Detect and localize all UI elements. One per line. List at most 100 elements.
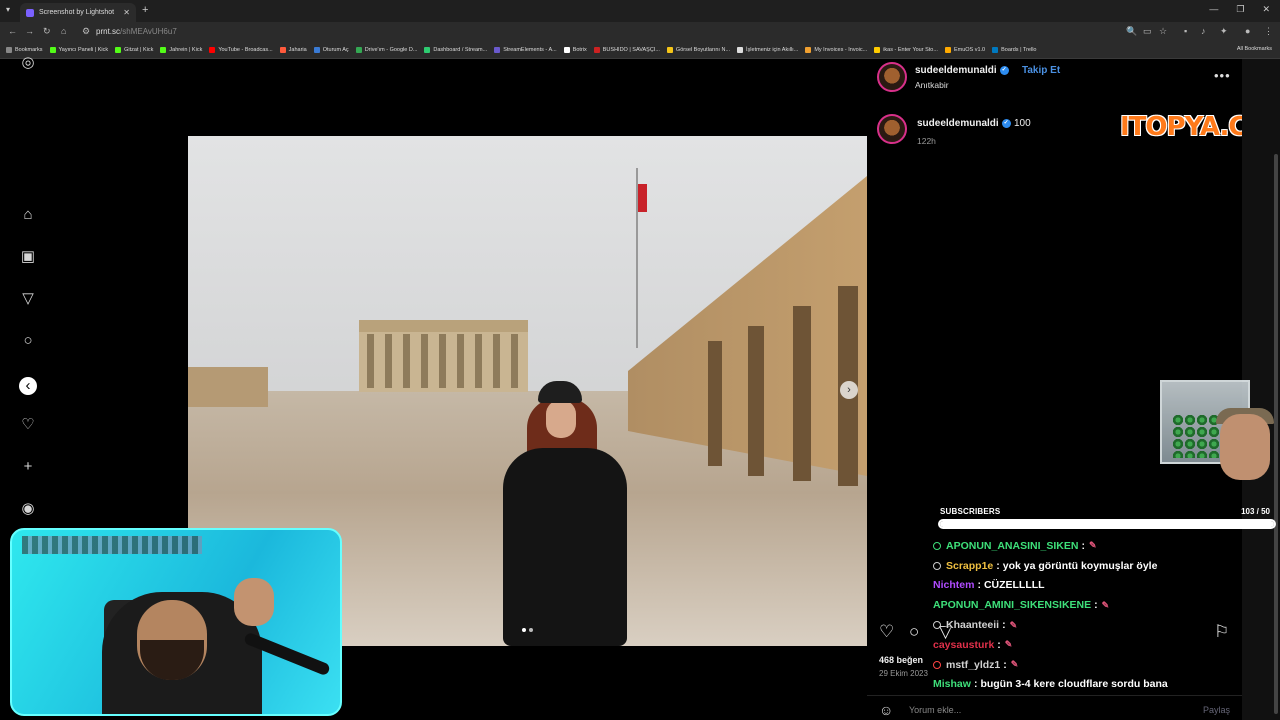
chat-colon: : (996, 559, 1000, 572)
bookmark-item[interactable]: Botrix (563, 47, 587, 53)
more-options-icon[interactable]: ••• (1214, 68, 1231, 83)
bookmark-item[interactable]: İşletmeniz için Akıllı... (737, 47, 798, 53)
like-heart-icon[interactable]: ♡ (879, 622, 894, 642)
bookmark-favicon-icon (49, 47, 56, 53)
next-photo-button[interactable]: › (840, 381, 858, 399)
emoji-icon[interactable]: ☺ (879, 702, 893, 718)
reels-icon[interactable]: ▣ (19, 248, 37, 266)
comment-text: 100 (1014, 118, 1031, 129)
streamer-webcam (10, 528, 342, 716)
post-date: 29 Ekim 2023 (879, 669, 928, 678)
url-host: prnt.sc (96, 27, 121, 36)
bookmark-item[interactable]: Boards | Trello (992, 47, 1037, 53)
bookmark-label: Drive'ım - Google D... (364, 47, 418, 53)
chat-colon: : (1094, 599, 1098, 612)
profile-avatar-icon[interactable]: ● (1245, 26, 1250, 36)
address-bar[interactable]: prnt.sc/shMEAvUH6u7 (96, 27, 177, 36)
chat-nick: mstf_yldz1 (946, 658, 1001, 671)
subgoal-progress-bar (938, 519, 1276, 529)
chat-message: Scrapp1e: yok ya görüntü koymuşlar öyle (933, 556, 1273, 576)
plus-icon[interactable]: + (19, 458, 37, 476)
home-browser-icon[interactable]: ⌂ (61, 26, 66, 36)
bookmark-label: Yayıncı Paneli | Kick (58, 47, 109, 53)
reload-icon[interactable]: ↻ (43, 26, 51, 37)
instagram-logo-icon[interactable]: ◎ (19, 54, 37, 72)
bookmark-favicon-icon (424, 47, 431, 53)
comment-icon[interactable]: ○ (909, 622, 919, 642)
bookmark-item[interactable]: Dashboard / Stream... (424, 47, 487, 53)
all-bookmarks-link[interactable]: All Bookmarks (1237, 46, 1272, 52)
comment-username[interactable]: sudeeldemunaldi ✓ (917, 118, 1011, 129)
bookmark-item[interactable]: Gitzat | Kick (115, 47, 153, 53)
bookmark-label: ikas - Enter Your Sto... (883, 47, 938, 53)
comment-avatar[interactable] (877, 114, 907, 144)
author-avatar[interactable] (877, 62, 907, 92)
prev-arrow-icon[interactable]: ‹ (19, 377, 37, 395)
cast-icon[interactable]: ▭ (1143, 26, 1152, 37)
bookmark-favicon-icon (563, 47, 570, 53)
chat-colon: : (1002, 619, 1006, 632)
bookmark-item[interactable]: Yayıncı Paneli | Kick (49, 47, 109, 53)
bookmark-star-icon[interactable]: ☆ (1159, 26, 1167, 37)
bookmark-item[interactable]: StreamElements - A... (494, 47, 557, 53)
bookmark-item[interactable]: Bookmarks (6, 47, 43, 53)
zoom-icon[interactable]: 🔍 (1126, 26, 1137, 37)
search-icon[interactable]: ○ (19, 332, 37, 350)
bookmark-favicon-icon (944, 47, 951, 53)
puzzle-icon[interactable]: ✦ (1220, 26, 1228, 37)
site-info-icon[interactable]: ⚙ (82, 26, 90, 37)
stream-overlay-character (1158, 378, 1276, 508)
author-username[interactable]: sudeeldemunaldi ✓ (915, 65, 1009, 76)
home-icon[interactable]: ⌂ (19, 206, 37, 224)
bookmark-item[interactable]: Jaharia (279, 47, 307, 53)
bookmark-label: Boards | Trello (1001, 47, 1037, 53)
tab-search-icon[interactable]: ▾ (6, 5, 10, 14)
comment-time: 122h (917, 136, 936, 146)
menu-icon[interactable]: ⋮ (1264, 26, 1273, 37)
bookmark-item[interactable]: Oturum Aç (313, 47, 349, 53)
post-comment-button[interactable]: Paylaş (1203, 705, 1230, 715)
bookmark-label: Jahrein | Kick (169, 47, 203, 53)
bookmark-favicon-icon (992, 47, 999, 53)
bookmark-favicon-icon (115, 47, 122, 53)
back-icon[interactable]: ← (8, 26, 17, 36)
minimize-icon[interactable]: — (1209, 4, 1218, 15)
chat-badge-icon (933, 561, 941, 570)
follow-button[interactable]: Takip Et (1022, 65, 1060, 76)
bookmark-item[interactable]: Drive'ım - Google D... (355, 47, 418, 53)
chat-badge-icon (933, 621, 941, 630)
bookmark-item[interactable]: BUSHIDO | SAVAŞÇI... (593, 47, 660, 53)
chat-nick: Mishaw (933, 678, 971, 691)
threads-icon[interactable]: ◉ (19, 500, 37, 518)
photo-left-wing (188, 367, 268, 407)
post-location[interactable]: Anıtkabir (915, 80, 949, 90)
photo-flag (638, 184, 647, 212)
tab-close-icon[interactable]: ✕ (123, 8, 130, 17)
extension-icon[interactable]: ▪ (1184, 26, 1187, 36)
bookmark-item[interactable]: My Invoices - Invoic... (805, 47, 867, 53)
explore-icon[interactable]: ▽ (19, 290, 37, 308)
heart-icon[interactable]: ♡ (19, 416, 37, 434)
bookmark-item[interactable]: EmuOS v1.0 (944, 47, 985, 53)
comment-input[interactable]: Yorum ekle... (909, 705, 961, 715)
maximize-icon[interactable]: ❐ (1236, 4, 1244, 15)
new-tab-button[interactable]: + (142, 4, 148, 16)
chat-text: bugün 3-4 kere cloudflare sordu bana (980, 678, 1168, 691)
media-icon[interactable]: ♪ (1201, 26, 1206, 36)
carousel-dots (522, 628, 533, 632)
bookmark-label: Dashboard / Stream... (433, 47, 488, 53)
bookmark-item[interactable]: Görsel Boyutlarını N... (666, 47, 730, 53)
bookmark-item[interactable]: Jahrein | Kick (160, 47, 202, 53)
chat-colon: : (1081, 539, 1085, 552)
bookmark-favicon-icon (805, 47, 812, 53)
bookmark-favicon-icon (494, 47, 501, 53)
forward-icon[interactable]: → (25, 26, 34, 36)
browser-tab[interactable]: Screenshot by Lightshot ✕ (20, 3, 136, 22)
close-window-icon[interactable]: ✕ (1262, 4, 1270, 15)
likes-count[interactable]: 468 beğen (879, 655, 923, 665)
bookmark-label: BUSHIDO | SAVAŞÇI... (602, 47, 660, 53)
bookmark-item[interactable]: ikas - Enter Your Sto... (874, 47, 938, 53)
chat-text: CÜZELLLLL (983, 579, 1045, 592)
bookmark-item[interactable]: YouTube - Broadcas... (209, 47, 273, 53)
bookmark-label: StreamElements - A... (503, 47, 557, 53)
